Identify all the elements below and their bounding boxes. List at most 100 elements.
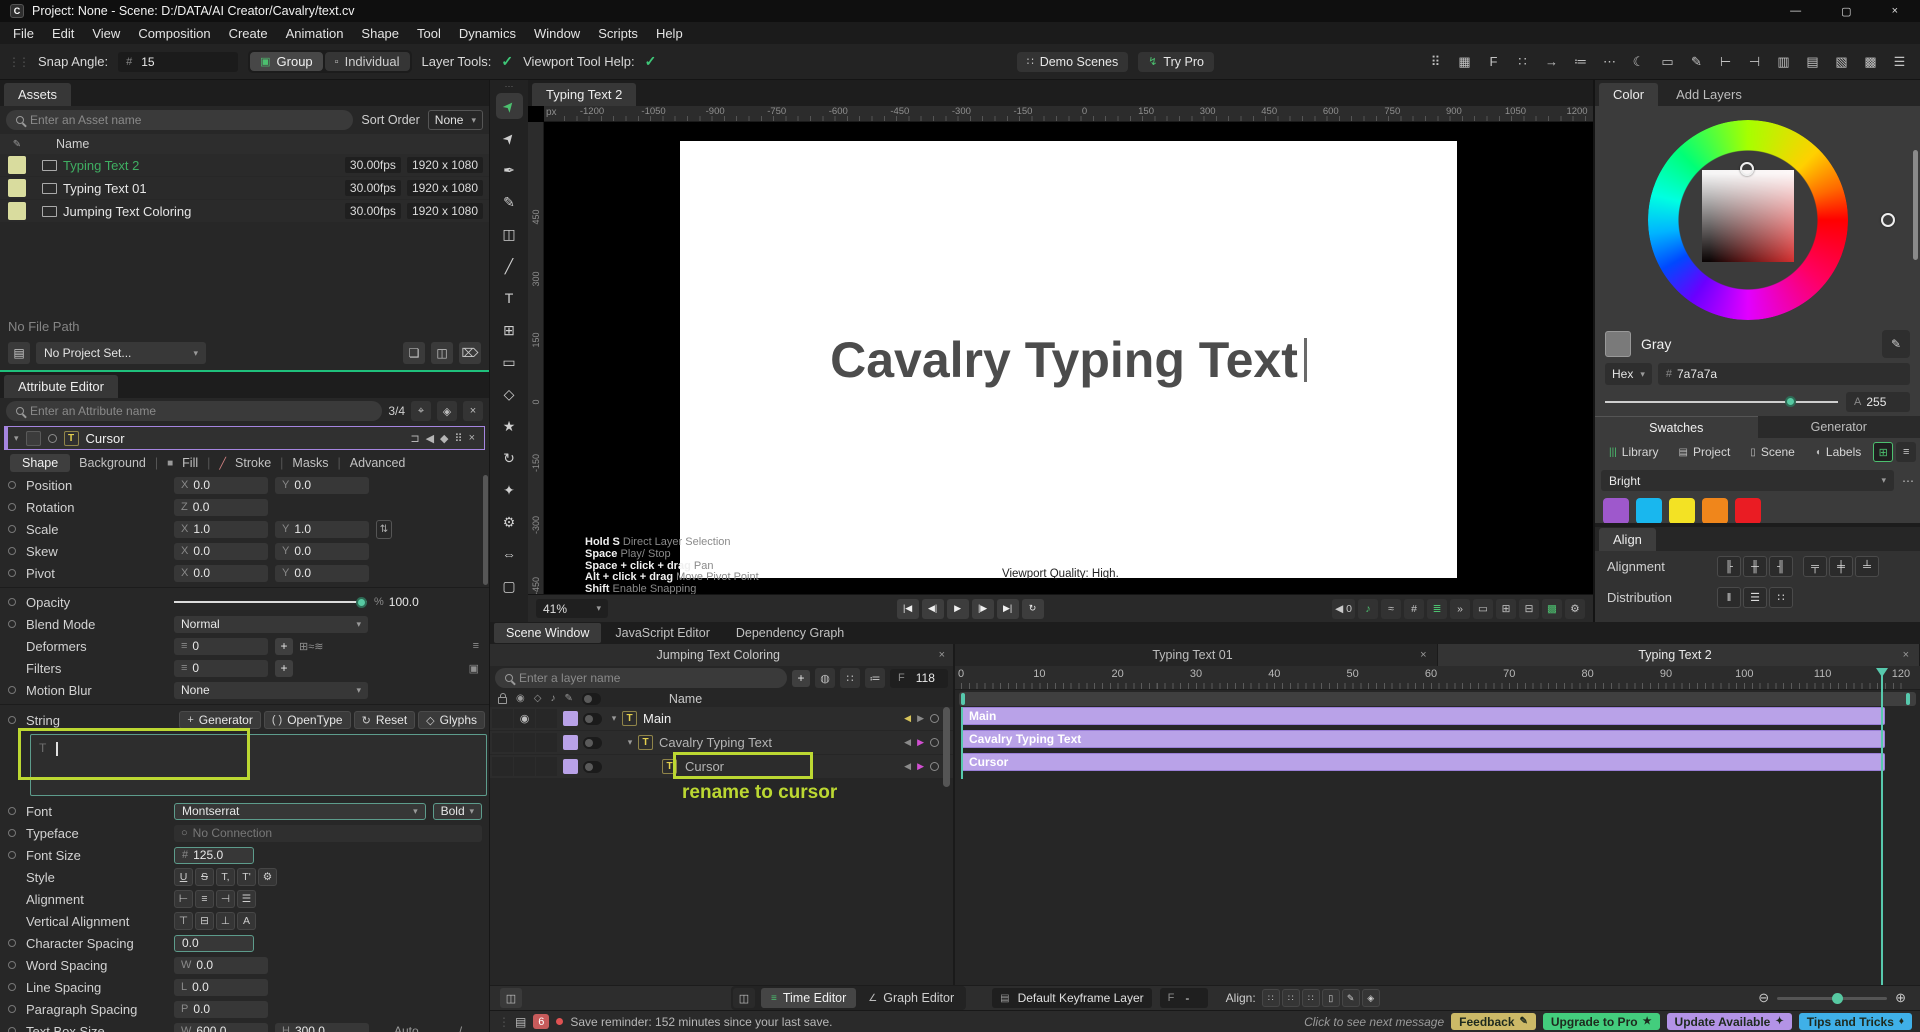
scatter-icon[interactable]: ∷ xyxy=(1510,50,1535,74)
hex-value-field[interactable]: #7a7a7a xyxy=(1658,363,1910,385)
color-swatch[interactable] xyxy=(1603,498,1629,524)
prev-keyframe-icon[interactable]: ◀ xyxy=(904,737,911,748)
string-textarea[interactable]: T xyxy=(30,734,487,796)
bounds-icon[interactable]: ▭ xyxy=(1473,599,1493,619)
star-tool[interactable]: ★ xyxy=(496,413,523,439)
next-keyframe-icon[interactable]: ▶ xyxy=(917,761,924,772)
go-to-end-button[interactable]: ▶| xyxy=(997,599,1019,619)
play-button[interactable]: ▶ xyxy=(947,599,969,619)
add-deformer-button[interactable]: + xyxy=(275,638,293,655)
asset-color-swatch[interactable] xyxy=(8,202,26,220)
keyframe-dot[interactable] xyxy=(8,1027,16,1032)
loop-button[interactable]: ↻ xyxy=(1022,599,1044,619)
asset-name[interactable]: Typing Text 01 xyxy=(63,181,345,196)
next-frame-button[interactable]: |▶ xyxy=(972,599,994,619)
tab-background[interactable]: Background xyxy=(79,456,146,470)
menu-item[interactable]: Animation xyxy=(277,24,353,43)
go-to-start-button[interactable]: |◀ xyxy=(897,599,919,619)
keyframe-dot[interactable] xyxy=(8,716,16,724)
settings-tool[interactable]: ⚙ xyxy=(496,509,523,535)
zoom-out-icon[interactable]: ⊖ xyxy=(1758,990,1769,1006)
opentype-button[interactable]: ( )OpenType xyxy=(264,711,351,729)
keyframe-dot[interactable] xyxy=(8,481,16,489)
message-log-icon[interactable]: ▤ xyxy=(515,1015,526,1029)
keyframe-dot[interactable] xyxy=(8,983,16,991)
sort-order-dropdown[interactable]: None▾ xyxy=(428,110,483,130)
distribute-v-button[interactable]: ☰ xyxy=(1743,587,1767,608)
font-size-field[interactable]: #125.0 xyxy=(174,847,254,864)
close-icon[interactable]: × xyxy=(1903,649,1909,661)
align-center-button[interactable]: ≡ xyxy=(195,890,214,908)
row-menu-icon[interactable]: ≡ xyxy=(473,640,479,652)
composition-canvas[interactable]: Cavalry Typing Text Viewport Quality: Hi… xyxy=(680,141,1457,578)
menu-item[interactable]: View xyxy=(83,24,129,43)
generator-button[interactable]: +Generator xyxy=(179,711,260,729)
saturation-value-box[interactable] xyxy=(1702,170,1794,262)
list-view-icon[interactable]: ☰ xyxy=(1887,50,1912,74)
color-swatch[interactable] xyxy=(1669,498,1695,524)
lock-icon[interactable] xyxy=(498,697,507,704)
align-keys-right-button[interactable]: ∷ xyxy=(1302,989,1320,1007)
asset-row[interactable]: Typing Text 2 30.00fps 1920 x 1080 xyxy=(0,154,489,176)
direct-select-tool[interactable]: ➤ xyxy=(496,125,523,151)
swatch-group-dropdown[interactable]: Bright▾ xyxy=(1601,470,1894,491)
clear-filter-icon[interactable]: × xyxy=(463,401,483,421)
library-source-button[interactable]: |||Library xyxy=(1601,442,1666,462)
close-icon[interactable]: × xyxy=(1420,649,1426,661)
tab-masks[interactable]: Masks xyxy=(292,456,328,470)
layer-name[interactable]: Cursor xyxy=(685,759,724,774)
eyedropper-button[interactable]: ✎ xyxy=(1882,330,1910,358)
keyframe-dot[interactable] xyxy=(8,961,16,969)
tab-timeline-typing-text-2[interactable]: Typing Text 2× xyxy=(1438,644,1920,666)
grid-view-button[interactable]: ⊞ xyxy=(1873,442,1893,462)
message-count-badge[interactable]: 6 xyxy=(533,1014,549,1029)
tab-stroke[interactable]: Stroke xyxy=(235,456,271,470)
align-h-right-button[interactable]: ╢ xyxy=(1769,556,1793,577)
motion-blur-dropdown[interactable]: None▾ xyxy=(174,682,368,699)
font-weight-dropdown[interactable]: Bold▾ xyxy=(433,803,482,820)
close-icon[interactable]: × xyxy=(466,432,478,445)
keyframe-dot[interactable] xyxy=(8,503,16,511)
keyframe-dot[interactable] xyxy=(8,598,16,606)
word-spacing-field[interactable]: W0.0 xyxy=(174,957,268,974)
line-tool[interactable]: ╱ xyxy=(496,253,523,279)
hierarchy-icon[interactable]: ⊟ xyxy=(1519,599,1539,619)
camera-icon[interactable] xyxy=(582,693,601,705)
bottom-tab[interactable]: Scene Window xyxy=(494,623,601,643)
menu-item[interactable]: Window xyxy=(525,24,589,43)
framerate-icon[interactable]: F xyxy=(1481,50,1506,74)
tab-color[interactable]: Color xyxy=(1599,83,1658,106)
subscript-button[interactable]: T, xyxy=(216,868,235,886)
tab-shape[interactable]: Shape xyxy=(10,454,70,472)
timeline-bar-cursor[interactable]: Cursor xyxy=(961,753,1885,771)
alpha-value-field[interactable]: A255 xyxy=(1846,392,1910,412)
speaker-icon[interactable]: ♪ xyxy=(550,693,555,704)
panel-menu-icon[interactable]: ⋯ xyxy=(505,81,514,93)
timeline-zoom-slider[interactable] xyxy=(1777,997,1887,1000)
keyframe-dot[interactable] xyxy=(8,620,16,628)
footer-frame-field[interactable]: F- xyxy=(1160,988,1208,1008)
filter-side-icon[interactable]: ▣ xyxy=(469,662,479,675)
distribute-h-button[interactable]: ‖ xyxy=(1717,587,1741,608)
tab-viewport-typing-text-2[interactable]: Typing Text 2 xyxy=(532,83,636,106)
feedback-button[interactable]: Feedback✎ xyxy=(1451,1013,1536,1030)
menu-item[interactable]: Tool xyxy=(408,24,450,43)
paragraph-spacing-field[interactable]: P0.0 xyxy=(174,1001,268,1018)
time-editor-button[interactable]: ≡Time Editor xyxy=(761,988,856,1008)
project-set-icon[interactable]: ▤ xyxy=(8,342,30,364)
keyframe-dot[interactable] xyxy=(930,714,939,723)
split-view-icon[interactable]: ▧ xyxy=(1829,50,1854,74)
align-right-icon[interactable]: ⊣ xyxy=(1742,50,1767,74)
camera-icon[interactable]: ◫ xyxy=(500,988,522,1008)
color-mode-dropdown[interactable]: Hex▾ xyxy=(1605,363,1652,385)
constraint-icon[interactable]: ≔ xyxy=(1568,50,1593,74)
scale-x-field[interactable]: X1.0 xyxy=(174,521,268,538)
slash-icon[interactable]: / xyxy=(459,1024,462,1032)
keyframe-dot[interactable] xyxy=(930,762,939,771)
glyphs-button[interactable]: ◇Glyphs xyxy=(418,711,485,729)
playhead[interactable] xyxy=(1881,672,1883,985)
timeline-range-bar[interactable] xyxy=(959,692,1916,706)
link-scale-button[interactable]: ⇅ xyxy=(376,520,392,539)
underline-button[interactable]: U xyxy=(174,868,193,886)
align-left-button[interactable]: ⊢ xyxy=(174,890,193,908)
